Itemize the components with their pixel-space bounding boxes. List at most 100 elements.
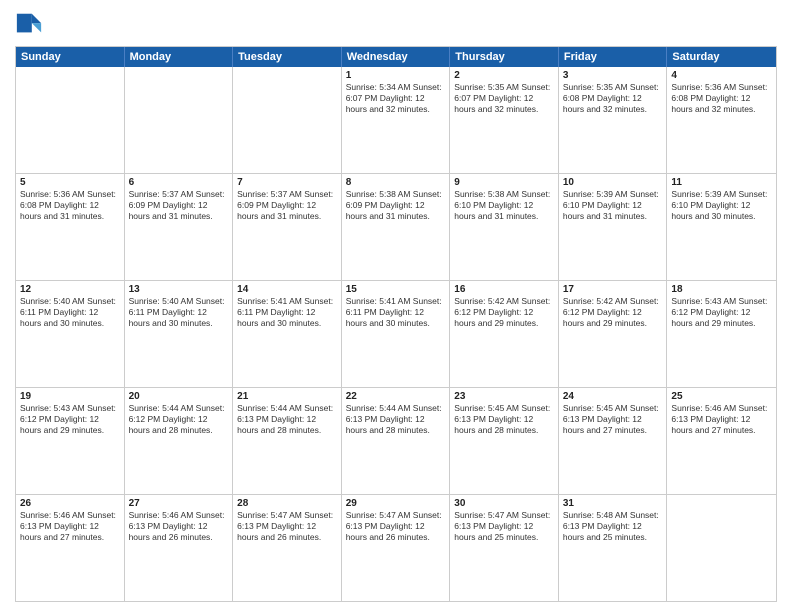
day-number: 27 <box>129 498 229 509</box>
week-row-2: 5Sunrise: 5:36 AM Sunset: 6:08 PM Daylig… <box>16 174 776 281</box>
logo <box>15 10 47 38</box>
day-cell <box>16 67 125 173</box>
day-info: Sunrise: 5:39 AM Sunset: 6:10 PM Dayligh… <box>671 189 772 222</box>
day-number: 2 <box>454 70 554 81</box>
day-cell: 19Sunrise: 5:43 AM Sunset: 6:12 PM Dayli… <box>16 388 125 494</box>
page: SundayMondayTuesdayWednesdayThursdayFrid… <box>0 0 792 612</box>
day-number: 30 <box>454 498 554 509</box>
day-cell: 31Sunrise: 5:48 AM Sunset: 6:13 PM Dayli… <box>559 495 668 601</box>
day-cell <box>125 67 234 173</box>
day-number: 22 <box>346 391 446 402</box>
day-info: Sunrise: 5:48 AM Sunset: 6:13 PM Dayligh… <box>563 510 663 543</box>
day-cell: 3Sunrise: 5:35 AM Sunset: 6:08 PM Daylig… <box>559 67 668 173</box>
day-number: 19 <box>20 391 120 402</box>
day-info: Sunrise: 5:46 AM Sunset: 6:13 PM Dayligh… <box>20 510 120 543</box>
day-info: Sunrise: 5:42 AM Sunset: 6:12 PM Dayligh… <box>563 296 663 329</box>
day-cell: 13Sunrise: 5:40 AM Sunset: 6:11 PM Dayli… <box>125 281 234 387</box>
day-info: Sunrise: 5:44 AM Sunset: 6:12 PM Dayligh… <box>129 403 229 436</box>
day-info: Sunrise: 5:39 AM Sunset: 6:10 PM Dayligh… <box>563 189 663 222</box>
day-number: 11 <box>671 177 772 188</box>
day-cell: 9Sunrise: 5:38 AM Sunset: 6:10 PM Daylig… <box>450 174 559 280</box>
day-info: Sunrise: 5:40 AM Sunset: 6:11 PM Dayligh… <box>129 296 229 329</box>
day-info: Sunrise: 5:41 AM Sunset: 6:11 PM Dayligh… <box>346 296 446 329</box>
day-cell: 18Sunrise: 5:43 AM Sunset: 6:12 PM Dayli… <box>667 281 776 387</box>
day-info: Sunrise: 5:38 AM Sunset: 6:10 PM Dayligh… <box>454 189 554 222</box>
day-number: 10 <box>563 177 663 188</box>
day-info: Sunrise: 5:36 AM Sunset: 6:08 PM Dayligh… <box>20 189 120 222</box>
day-number: 24 <box>563 391 663 402</box>
day-info: Sunrise: 5:45 AM Sunset: 6:13 PM Dayligh… <box>454 403 554 436</box>
day-info: Sunrise: 5:46 AM Sunset: 6:13 PM Dayligh… <box>671 403 772 436</box>
day-info: Sunrise: 5:47 AM Sunset: 6:13 PM Dayligh… <box>346 510 446 543</box>
day-info: Sunrise: 5:46 AM Sunset: 6:13 PM Dayligh… <box>129 510 229 543</box>
day-header-tuesday: Tuesday <box>233 47 342 67</box>
day-header-saturday: Saturday <box>667 47 776 67</box>
day-number: 6 <box>129 177 229 188</box>
day-number: 15 <box>346 284 446 295</box>
day-number: 4 <box>671 70 772 81</box>
day-number: 21 <box>237 391 337 402</box>
day-number: 1 <box>346 70 446 81</box>
day-number: 14 <box>237 284 337 295</box>
day-info: Sunrise: 5:37 AM Sunset: 6:09 PM Dayligh… <box>237 189 337 222</box>
day-info: Sunrise: 5:47 AM Sunset: 6:13 PM Dayligh… <box>237 510 337 543</box>
day-header-friday: Friday <box>559 47 668 67</box>
week-row-5: 26Sunrise: 5:46 AM Sunset: 6:13 PM Dayli… <box>16 495 776 601</box>
day-number: 8 <box>346 177 446 188</box>
day-cell: 21Sunrise: 5:44 AM Sunset: 6:13 PM Dayli… <box>233 388 342 494</box>
day-info: Sunrise: 5:47 AM Sunset: 6:13 PM Dayligh… <box>454 510 554 543</box>
day-number: 25 <box>671 391 772 402</box>
day-header-thursday: Thursday <box>450 47 559 67</box>
day-info: Sunrise: 5:35 AM Sunset: 6:07 PM Dayligh… <box>454 82 554 115</box>
day-info: Sunrise: 5:36 AM Sunset: 6:08 PM Dayligh… <box>671 82 772 115</box>
day-number: 20 <box>129 391 229 402</box>
day-info: Sunrise: 5:42 AM Sunset: 6:12 PM Dayligh… <box>454 296 554 329</box>
day-number: 31 <box>563 498 663 509</box>
day-header-monday: Monday <box>125 47 234 67</box>
day-info: Sunrise: 5:34 AM Sunset: 6:07 PM Dayligh… <box>346 82 446 115</box>
day-cell: 10Sunrise: 5:39 AM Sunset: 6:10 PM Dayli… <box>559 174 668 280</box>
day-cell: 23Sunrise: 5:45 AM Sunset: 6:13 PM Dayli… <box>450 388 559 494</box>
day-number: 16 <box>454 284 554 295</box>
day-info: Sunrise: 5:43 AM Sunset: 6:12 PM Dayligh… <box>671 296 772 329</box>
day-cell: 20Sunrise: 5:44 AM Sunset: 6:12 PM Dayli… <box>125 388 234 494</box>
day-info: Sunrise: 5:35 AM Sunset: 6:08 PM Dayligh… <box>563 82 663 115</box>
day-number: 17 <box>563 284 663 295</box>
week-row-4: 19Sunrise: 5:43 AM Sunset: 6:12 PM Dayli… <box>16 388 776 495</box>
day-cell: 7Sunrise: 5:37 AM Sunset: 6:09 PM Daylig… <box>233 174 342 280</box>
week-row-1: 1Sunrise: 5:34 AM Sunset: 6:07 PM Daylig… <box>16 67 776 174</box>
day-cell: 29Sunrise: 5:47 AM Sunset: 6:13 PM Dayli… <box>342 495 451 601</box>
weeks: 1Sunrise: 5:34 AM Sunset: 6:07 PM Daylig… <box>16 67 776 601</box>
day-cell <box>233 67 342 173</box>
day-cell: 22Sunrise: 5:44 AM Sunset: 6:13 PM Dayli… <box>342 388 451 494</box>
day-number: 9 <box>454 177 554 188</box>
day-info: Sunrise: 5:44 AM Sunset: 6:13 PM Dayligh… <box>346 403 446 436</box>
header <box>15 10 777 38</box>
day-cell: 8Sunrise: 5:38 AM Sunset: 6:09 PM Daylig… <box>342 174 451 280</box>
day-info: Sunrise: 5:41 AM Sunset: 6:11 PM Dayligh… <box>237 296 337 329</box>
day-cell: 17Sunrise: 5:42 AM Sunset: 6:12 PM Dayli… <box>559 281 668 387</box>
day-info: Sunrise: 5:44 AM Sunset: 6:13 PM Dayligh… <box>237 403 337 436</box>
day-number: 5 <box>20 177 120 188</box>
day-info: Sunrise: 5:38 AM Sunset: 6:09 PM Dayligh… <box>346 189 446 222</box>
day-info: Sunrise: 5:45 AM Sunset: 6:13 PM Dayligh… <box>563 403 663 436</box>
day-cell: 2Sunrise: 5:35 AM Sunset: 6:07 PM Daylig… <box>450 67 559 173</box>
day-cell: 24Sunrise: 5:45 AM Sunset: 6:13 PM Dayli… <box>559 388 668 494</box>
day-cell: 4Sunrise: 5:36 AM Sunset: 6:08 PM Daylig… <box>667 67 776 173</box>
day-info: Sunrise: 5:40 AM Sunset: 6:11 PM Dayligh… <box>20 296 120 329</box>
day-number: 12 <box>20 284 120 295</box>
day-number: 28 <box>237 498 337 509</box>
day-cell: 16Sunrise: 5:42 AM Sunset: 6:12 PM Dayli… <box>450 281 559 387</box>
day-cell: 14Sunrise: 5:41 AM Sunset: 6:11 PM Dayli… <box>233 281 342 387</box>
day-cell: 26Sunrise: 5:46 AM Sunset: 6:13 PM Dayli… <box>16 495 125 601</box>
day-cell: 6Sunrise: 5:37 AM Sunset: 6:09 PM Daylig… <box>125 174 234 280</box>
calendar: SundayMondayTuesdayWednesdayThursdayFrid… <box>15 46 777 602</box>
day-cell <box>667 495 776 601</box>
day-number: 18 <box>671 284 772 295</box>
day-cell: 27Sunrise: 5:46 AM Sunset: 6:13 PM Dayli… <box>125 495 234 601</box>
day-cell: 30Sunrise: 5:47 AM Sunset: 6:13 PM Dayli… <box>450 495 559 601</box>
day-number: 7 <box>237 177 337 188</box>
day-number: 3 <box>563 70 663 81</box>
day-cell: 11Sunrise: 5:39 AM Sunset: 6:10 PM Dayli… <box>667 174 776 280</box>
day-number: 26 <box>20 498 120 509</box>
